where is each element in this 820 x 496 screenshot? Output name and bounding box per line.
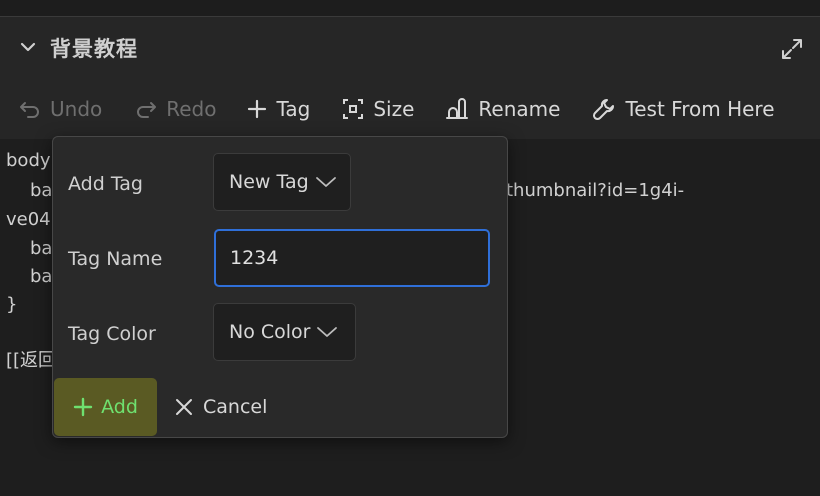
tag-color-label: Tag Color	[68, 323, 156, 345]
tag-color-select[interactable]: No Color	[213, 303, 356, 361]
cancel-button[interactable]: Cancel	[175, 378, 267, 436]
size-icon	[343, 99, 364, 119]
code-line: ba	[30, 266, 53, 287]
tag-label: Tag	[276, 97, 311, 121]
size-button[interactable]: Size	[342, 87, 414, 131]
code-line: ba	[30, 238, 53, 259]
redo-label: Redo	[166, 97, 217, 121]
add-button-label: Add	[101, 396, 138, 418]
code-line: ve04	[6, 209, 51, 230]
undo-icon	[20, 102, 39, 118]
toolbar: Undo Redo Tag Size Rename Test From Here	[0, 87, 820, 131]
add-tag-label: Add Tag	[68, 173, 143, 195]
rename-button[interactable]: Rename	[445, 87, 560, 131]
code-line: body	[6, 150, 51, 171]
size-label: Size	[373, 97, 415, 121]
code-line: [[返回	[6, 350, 57, 371]
tag-name-label: Tag Name	[68, 248, 163, 270]
undo-button[interactable]: Undo	[19, 87, 102, 131]
redo-icon	[137, 102, 157, 118]
test-from-here-label: Test From Here	[625, 97, 775, 121]
collapse-chevron-icon[interactable]	[18, 37, 38, 57]
expand-icon[interactable]	[780, 37, 804, 61]
add-tag-select-value: New Tag	[229, 171, 309, 193]
tag-button[interactable]: Tag	[247, 87, 310, 131]
chevron-down-icon	[315, 177, 336, 187]
undo-label: Undo	[50, 97, 103, 121]
chevron-down-icon	[317, 327, 338, 337]
tag-name-value: 1234	[230, 247, 279, 269]
add-tag-select[interactable]: New Tag	[213, 153, 351, 211]
test-from-here-button[interactable]: Test From Here	[592, 87, 775, 131]
tag-color-select-value: No Color	[229, 321, 311, 343]
cancel-button-label: Cancel	[203, 396, 268, 418]
tag-name-input[interactable]: 1234	[214, 229, 490, 287]
rename-label: Rename	[478, 97, 561, 121]
close-icon	[176, 399, 192, 415]
plus-icon	[73, 397, 93, 417]
add-tag-popup: Add Tag New Tag Tag Name 1234 Tag Color …	[52, 136, 508, 438]
rename-icon	[446, 98, 469, 119]
code-line: thumbnail?id=1g4i-	[506, 180, 685, 201]
code-line: }	[6, 294, 18, 315]
plus-icon	[248, 99, 267, 119]
redo-button[interactable]: Redo	[135, 87, 216, 131]
panel-title: 背景教程	[50, 37, 138, 61]
code-line: ba	[30, 180, 53, 201]
panel-header: 背景教程	[0, 17, 820, 79]
wrench-icon	[593, 99, 615, 121]
add-button[interactable]: Add	[54, 378, 157, 436]
